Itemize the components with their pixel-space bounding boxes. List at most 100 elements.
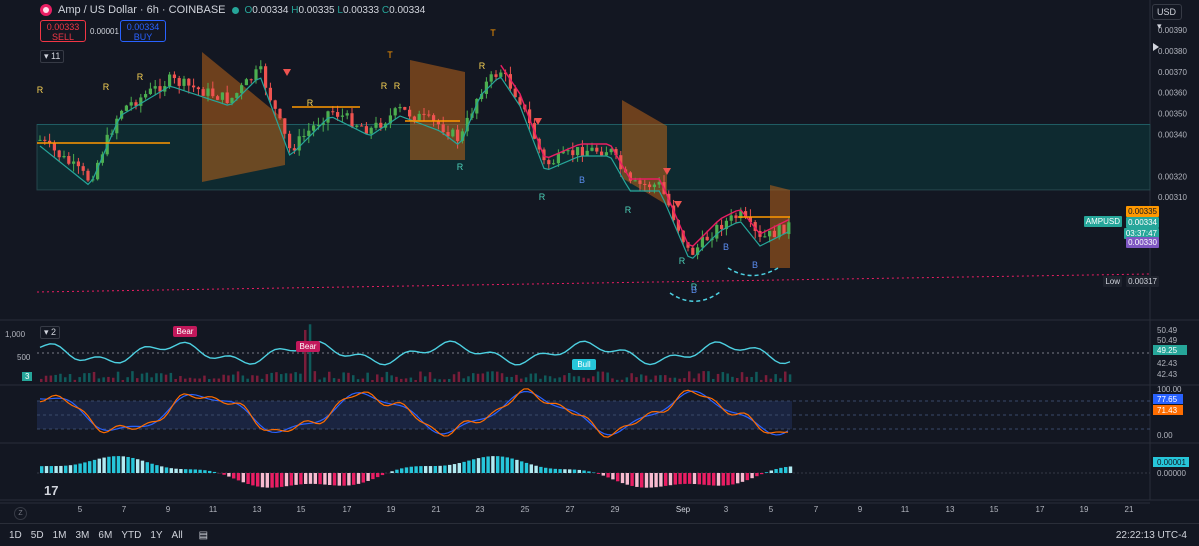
hist-bar xyxy=(424,466,428,473)
candle xyxy=(393,108,397,116)
hist-bar xyxy=(275,473,279,488)
hist-bar xyxy=(688,473,692,484)
hist-bar xyxy=(356,473,361,484)
volume-bar xyxy=(184,378,187,382)
volume-bar xyxy=(328,371,331,382)
tf-5d[interactable]: 5D xyxy=(31,530,44,541)
tf-3m[interactable]: 3M xyxy=(76,530,90,541)
hist-bar xyxy=(784,467,788,473)
volume-bar xyxy=(371,379,374,382)
price-tick: 0.00390 xyxy=(1158,26,1187,35)
volume-bar xyxy=(73,379,77,382)
volume-bar xyxy=(755,371,758,382)
volume-bar xyxy=(92,371,96,382)
candle xyxy=(302,135,306,137)
tf-6m[interactable]: 6M xyxy=(98,530,112,541)
candle xyxy=(513,88,517,98)
tradingview-logo-icon[interactable]: 17 xyxy=(44,483,58,498)
volume-bar xyxy=(112,377,115,382)
tf-1m[interactable]: 1M xyxy=(53,530,67,541)
candle xyxy=(192,85,196,88)
hist-bar xyxy=(409,466,413,473)
candle xyxy=(715,224,719,239)
time-tick: 29 xyxy=(611,505,620,514)
volume-bar xyxy=(424,376,427,382)
chart-canvas[interactable]: 0.003900.003800.003700.003600.003500.003… xyxy=(0,0,1199,546)
candle xyxy=(633,180,637,182)
volume-bar xyxy=(712,378,715,382)
candle xyxy=(772,230,776,238)
hist-bar xyxy=(433,466,437,473)
tf-all[interactable]: All xyxy=(172,530,183,541)
hist-bar xyxy=(572,469,577,473)
hist-bar xyxy=(352,473,356,485)
hist-bar xyxy=(184,469,188,473)
volume-bar xyxy=(721,372,725,382)
time-tick: 15 xyxy=(297,505,306,514)
volume-bar xyxy=(198,378,201,382)
volume-bar xyxy=(78,377,81,382)
candle xyxy=(417,113,421,121)
candle xyxy=(52,142,56,151)
candle xyxy=(763,236,767,238)
candle xyxy=(648,184,652,188)
time-tick: 17 xyxy=(343,505,352,514)
hist-bar xyxy=(491,456,495,473)
hist-bar xyxy=(654,473,658,488)
tf-1d[interactable]: 1D xyxy=(9,530,22,541)
volume-bar xyxy=(236,371,240,382)
time-tick: 23 xyxy=(476,505,485,514)
hist-bar xyxy=(107,456,111,473)
candle xyxy=(422,113,426,115)
osc-tick: 71.43 xyxy=(1157,406,1178,415)
clock[interactable]: 22:22:13 UTC-4 xyxy=(1116,530,1187,541)
time-tick: 27 xyxy=(566,505,575,514)
hist-bar xyxy=(736,473,740,484)
trend-line xyxy=(36,273,1151,293)
volume-bar xyxy=(414,379,417,382)
hist-tick: 0.00000 xyxy=(1157,469,1186,478)
pane2-toggle[interactable]: ▾ 2 xyxy=(40,326,61,339)
hist-bar xyxy=(750,473,754,479)
time-tick: 7 xyxy=(814,505,819,514)
chart-area[interactable]: 0.00390 0.00380 0.00370 0.00360 0.00350 0.003… xyxy=(0,0,1199,546)
volume-bar xyxy=(54,374,57,382)
volume-bar xyxy=(539,378,542,382)
volume-bar xyxy=(270,372,273,382)
candle xyxy=(244,79,248,86)
tf-ytd[interactable]: YTD xyxy=(121,530,141,541)
hist-bar xyxy=(664,473,668,486)
sell-button[interactable]: 0.00333 SELL xyxy=(40,20,86,42)
buy-button[interactable]: 0.00334 BUY xyxy=(120,20,166,42)
candle xyxy=(571,150,575,156)
volume-bar xyxy=(611,378,614,382)
pane2-left-tick: 500 xyxy=(17,353,31,362)
hist-bar xyxy=(692,473,697,485)
currency-select[interactable]: USD ▾ xyxy=(1152,4,1182,31)
hist-bar xyxy=(428,466,433,473)
candle xyxy=(403,107,407,110)
hist-bar xyxy=(635,473,639,487)
date-range-icon[interactable]: ▤ xyxy=(199,530,208,541)
volume-bar xyxy=(169,372,173,382)
volume-bar xyxy=(452,374,456,382)
hist-bar xyxy=(155,465,159,473)
volume-bar xyxy=(232,374,235,382)
indicators-toggle[interactable]: ▾ 11 xyxy=(40,50,65,63)
candle xyxy=(638,180,642,184)
volume-bar xyxy=(462,378,465,382)
hist-bar xyxy=(136,459,140,473)
candle xyxy=(408,109,412,117)
volume-bar xyxy=(380,377,384,382)
timezone-corner[interactable]: Z xyxy=(14,507,27,520)
spread-value: 0.00001 xyxy=(90,27,119,36)
volume-bar xyxy=(596,371,600,382)
candle xyxy=(364,126,368,134)
volume-bar xyxy=(390,375,393,382)
candle xyxy=(374,122,378,128)
hist-bar xyxy=(558,469,562,473)
tf-1y[interactable]: 1Y xyxy=(150,530,162,541)
volume-bar xyxy=(563,375,566,382)
candle xyxy=(451,129,455,137)
symbol-title[interactable]: Amp / US Dollar · 6h · COINBASE xyxy=(58,4,226,16)
